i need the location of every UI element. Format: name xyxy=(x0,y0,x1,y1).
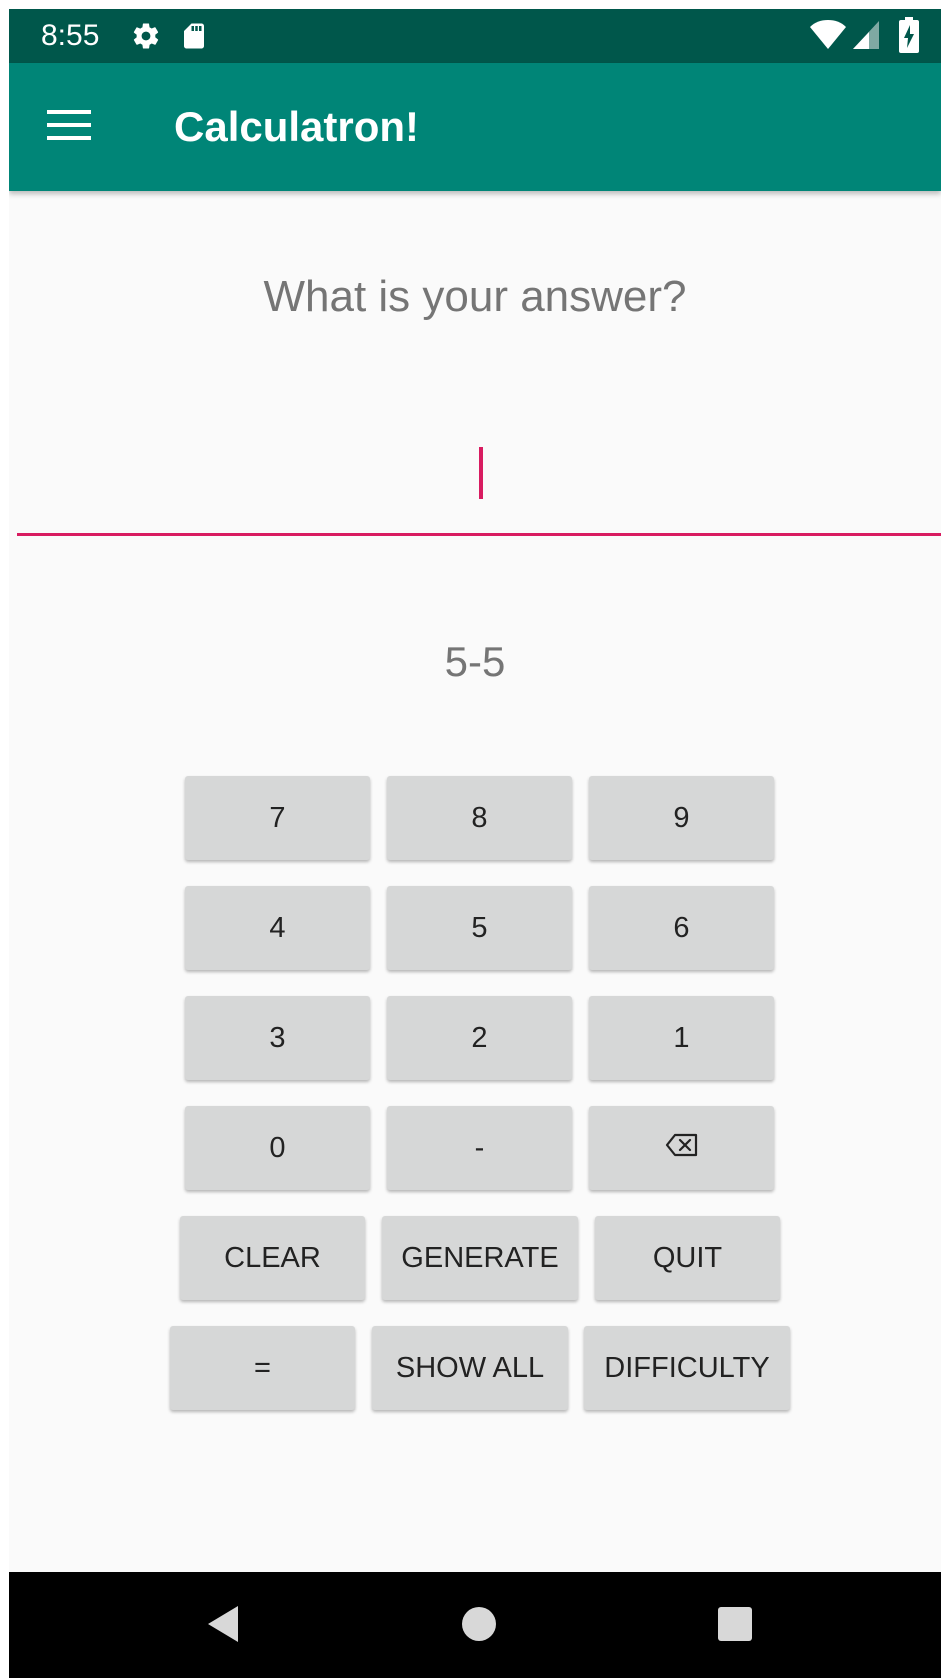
show-all-button[interactable]: SHOW ALL xyxy=(372,1326,568,1410)
answer-prompt: What is your answer? xyxy=(263,272,687,321)
key-2[interactable]: 2 xyxy=(387,996,572,1080)
key-0[interactable]: 0 xyxy=(185,1106,370,1190)
key-1[interactable]: 1 xyxy=(589,996,774,1080)
app-title: Calculatron! xyxy=(174,103,420,150)
key-4[interactable]: 4 xyxy=(185,886,370,970)
key-minus[interactable]: - xyxy=(387,1106,572,1190)
hamburger-menu-icon xyxy=(47,109,91,145)
navigation-bar xyxy=(9,1572,941,1678)
settings-icon xyxy=(131,21,161,56)
cell-signal-icon xyxy=(851,19,881,56)
text-cursor xyxy=(479,447,483,499)
home-icon xyxy=(461,1606,497,1647)
backspace-icon xyxy=(665,1132,699,1165)
key-7[interactable]: 7 xyxy=(185,776,370,860)
key-5[interactable]: 5 xyxy=(387,886,572,970)
clear-button[interactable]: CLEAR xyxy=(180,1216,365,1300)
difficulty-button[interactable]: DIFFICULTY xyxy=(584,1326,790,1410)
backspace-button[interactable] xyxy=(589,1106,774,1190)
status-time: 8:55 xyxy=(41,19,100,52)
back-button[interactable] xyxy=(195,1598,251,1654)
key-8[interactable]: 8 xyxy=(387,776,572,860)
equals-button[interactable]: = xyxy=(170,1326,355,1410)
key-9[interactable]: 9 xyxy=(589,776,774,860)
back-icon xyxy=(205,1604,241,1649)
quit-button[interactable]: QUIT xyxy=(595,1216,780,1300)
battery-charging-icon xyxy=(899,17,919,58)
recents-icon xyxy=(717,1606,753,1647)
wifi-icon xyxy=(809,19,847,56)
device-screen: 8:55 Calculatron! What is your answer? 5… xyxy=(9,9,941,1678)
app-bar: Calculatron! xyxy=(9,63,941,191)
sd-card-icon xyxy=(181,21,207,56)
status-bar: 8:55 xyxy=(9,9,941,63)
math-problem: 5-5 xyxy=(444,638,506,685)
menu-button[interactable] xyxy=(37,95,101,159)
home-button[interactable] xyxy=(451,1598,507,1654)
recents-button[interactable] xyxy=(707,1598,763,1654)
key-3[interactable]: 3 xyxy=(185,996,370,1080)
generate-button[interactable]: GENERATE xyxy=(382,1216,578,1300)
key-6[interactable]: 6 xyxy=(589,886,774,970)
